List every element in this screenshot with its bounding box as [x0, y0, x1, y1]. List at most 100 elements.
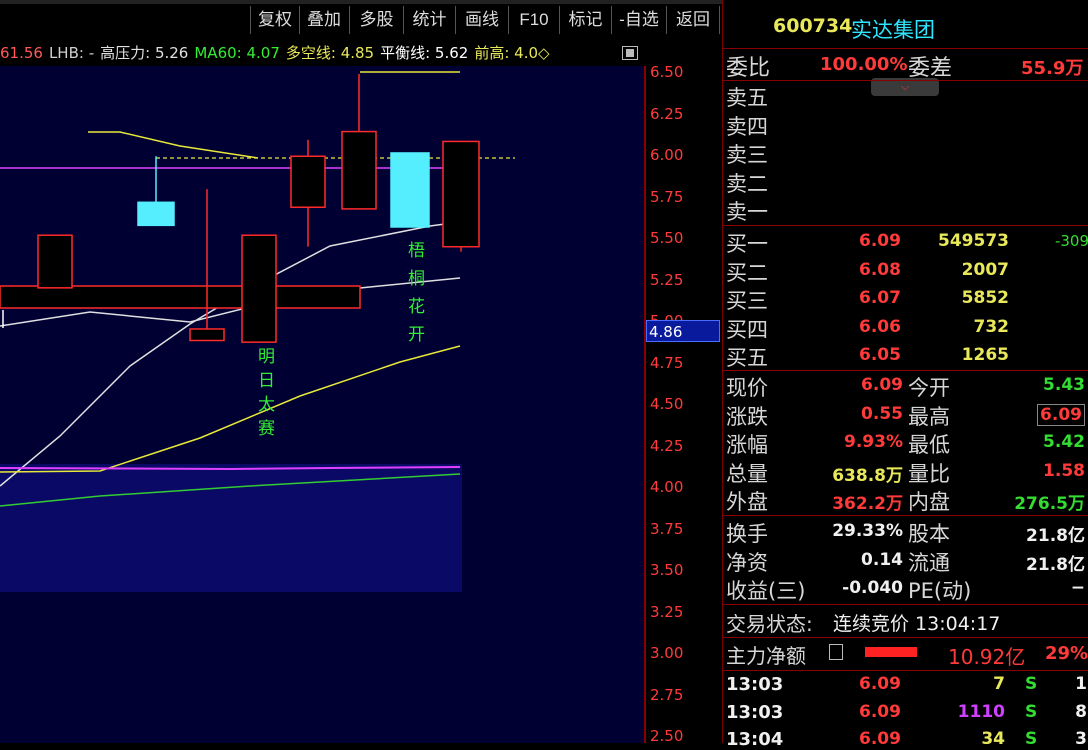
- toolbar-button-overlay[interactable]: 叠加: [299, 6, 350, 34]
- tick-time: 13:04: [726, 729, 784, 750]
- divider: [723, 225, 1088, 226]
- price-axis-label: 6.25: [650, 104, 684, 123]
- sell-level-label: 卖一: [726, 200, 768, 224]
- sell-level-label: 卖二: [726, 171, 768, 196]
- price-axis-label: 6.00: [650, 146, 684, 164]
- current-price-marker: 4.86: [646, 320, 720, 342]
- stat-label: 最低: [908, 433, 950, 457]
- tick-volume: 1110: [957, 701, 1005, 722]
- toolbar-button-f10[interactable]: F10: [509, 6, 560, 34]
- main-flow-value: 10.92亿: [948, 645, 1026, 669]
- annotation-char: 开: [408, 325, 425, 345]
- sell-level-label: 卖四: [726, 114, 768, 139]
- divider: [723, 80, 1088, 81]
- stat-value: 0.55: [861, 403, 903, 424]
- price-axis-label: 4.50: [650, 395, 684, 413]
- tick-price: 6.09: [859, 674, 901, 694]
- stat-label: 换手: [726, 522, 768, 546]
- stat-value: 5.43: [1043, 375, 1085, 395]
- stat-label: 涨幅: [726, 433, 768, 457]
- stat-label: 净资: [726, 550, 768, 575]
- buy-level-price: 6.08: [859, 259, 901, 280]
- price-axis-label: 5.50: [650, 229, 684, 247]
- price-axis-label: 2.50: [650, 727, 684, 745]
- tick-side: S: [1025, 674, 1038, 694]
- stat-label: 现价: [726, 376, 768, 400]
- buy-level-price: 6.06: [859, 316, 901, 337]
- divider: [723, 604, 1088, 605]
- candlestick-chart: 明日太赛 梧桐花开: [0, 66, 646, 743]
- price-axis-label: 4.00: [650, 478, 684, 496]
- price-axis-label: 6.50: [650, 63, 684, 81]
- ratio-label: 委比: [726, 56, 771, 81]
- candle-body: [137, 201, 175, 227]
- toolbar-button-back[interactable]: 返回: [667, 6, 720, 34]
- stat-label: 总量: [726, 461, 768, 486]
- toolbar-button-draw[interactable]: 画线: [456, 6, 509, 34]
- tick-count: 1: [1075, 674, 1087, 694]
- buy-level-price: 6.09: [859, 231, 901, 251]
- toolbar-button-statistics[interactable]: 统计: [404, 6, 456, 34]
- indicator-item: LHB: -: [48, 44, 95, 62]
- stat-value: 276.5万: [1014, 494, 1085, 514]
- stat-value: 0.14: [861, 549, 903, 570]
- wide-candle: [0, 285, 361, 309]
- buy-level-price: 6.07: [859, 288, 901, 308]
- annotation-char: 明: [258, 347, 275, 367]
- stat-value: 1.58: [1043, 460, 1085, 481]
- tick-side: S: [1025, 729, 1038, 749]
- toolbar-button-mark[interactable]: 标记: [560, 6, 612, 34]
- main-flow-label: 主力净额: [726, 644, 806, 668]
- indicator-values: 61.56 LHB: - 高压力: 5.26 MA60: 4.07 多空线: 4.85 平…: [0, 40, 645, 66]
- price-axis-label: 3.50: [650, 561, 684, 579]
- buy-level-label: 买一: [726, 232, 768, 256]
- buy-level-volume: 5852: [961, 288, 1009, 308]
- divider: [723, 670, 1088, 671]
- price-axis-label: 3.25: [650, 602, 684, 621]
- stock-name: 实达集团: [851, 18, 935, 42]
- toolbar-button-adjust[interactable]: 复权: [250, 6, 300, 34]
- sell-level-label: 卖三: [726, 143, 768, 167]
- stat-value: 9.93%: [844, 432, 903, 452]
- annotation-char: 花: [408, 297, 425, 317]
- tick-time: 13:03: [726, 701, 784, 723]
- trade-status-label: 交易状态:: [726, 612, 813, 636]
- price-axis-label: 3.75: [650, 519, 684, 538]
- tick-volume: 34: [981, 729, 1005, 749]
- annotation-char: 日: [258, 371, 275, 391]
- buy-level-price: 6.05: [859, 345, 901, 365]
- divider: [723, 515, 1088, 516]
- stat-value: 638.8万: [832, 465, 903, 486]
- buy-level-volume: 732: [973, 316, 1010, 337]
- annotation-char: 桐: [408, 269, 425, 289]
- candle-body: [189, 328, 225, 342]
- indicator-item: 平衡线: 5.62: [380, 44, 469, 62]
- annotation-char: 梧: [408, 241, 425, 261]
- stat-label: 股本: [908, 522, 950, 546]
- tick-price: 6.09: [859, 729, 901, 749]
- candle-body: [442, 140, 480, 248]
- stat-value: 5.42: [1043, 432, 1085, 452]
- indicator-item: 前高: 4.0◇: [474, 44, 550, 62]
- buy-level-label: 买四: [726, 317, 768, 342]
- list-icon[interactable]: [829, 644, 843, 660]
- annotation-char: 太: [258, 395, 275, 415]
- indicator-menu-icon[interactable]: [622, 46, 638, 60]
- stat-value: 29.33%: [832, 521, 903, 541]
- stat-value: 21.8亿: [1026, 526, 1085, 546]
- candle-body: [341, 130, 377, 210]
- stat-label: 今开: [908, 376, 950, 400]
- buy-level-label: 买五: [726, 346, 768, 370]
- stat-label: 最高: [908, 404, 950, 429]
- divider: [723, 370, 1088, 371]
- buy-level-volume: 1265: [961, 345, 1009, 365]
- buy-level-label: 买二: [726, 260, 768, 285]
- divider: [723, 48, 1088, 49]
- divider: [723, 637, 1088, 638]
- price-axis-label: 5.25: [650, 270, 684, 289]
- tick-price: 6.09: [859, 701, 901, 722]
- toolbar-button-multi-stock[interactable]: 多股: [350, 6, 404, 34]
- candle-body: [390, 152, 430, 228]
- stat-label: PE(动): [908, 579, 972, 603]
- toolbar-button-watchlist[interactable]: -自选: [612, 6, 667, 34]
